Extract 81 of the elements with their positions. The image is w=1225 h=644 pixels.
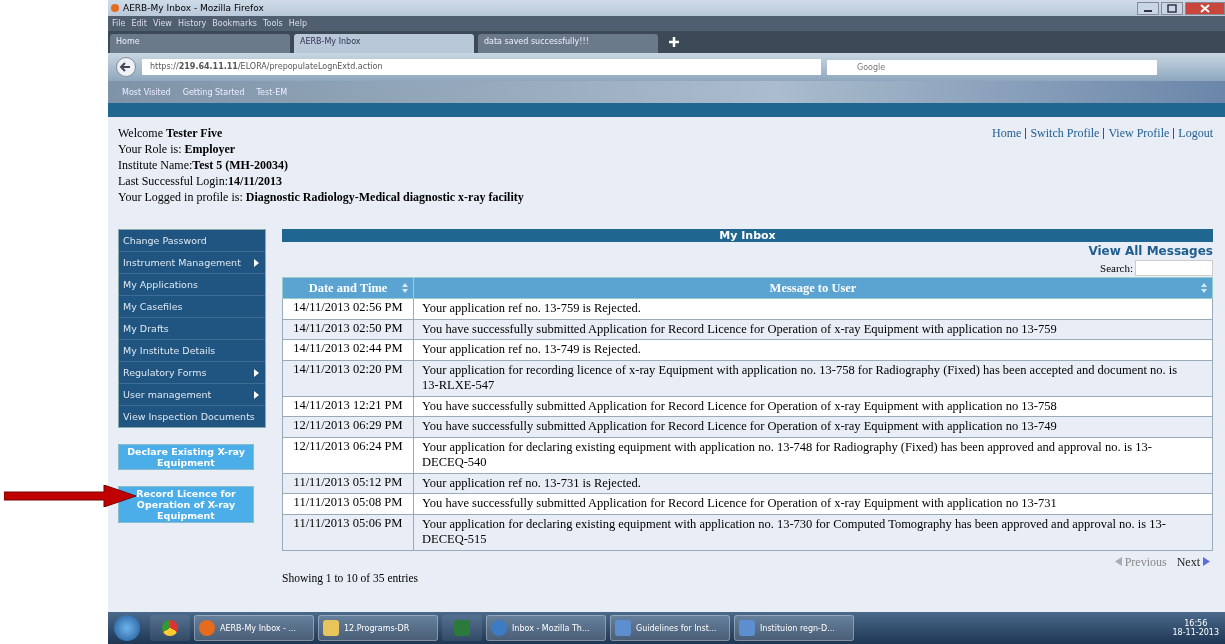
table-cell: Your application ref no. 13-759 is Rejected.: [413, 298, 1213, 319]
maximize-button[interactable]: [1161, 1, 1183, 15]
table-cell: 11/11/2013 05:08 PM: [282, 493, 414, 514]
taskbar-button[interactable]: Inbox - Mozilla Th...: [486, 615, 606, 641]
clock-date: 18-11-2013: [1172, 628, 1219, 637]
address-bar[interactable]: https://219.64.11.11/ELORA/prepopulateLognExtd.action: [142, 59, 821, 75]
browser-tab[interactable]: Home: [110, 34, 290, 53]
taskbar-button[interactable]: Guidelines for Inst...: [610, 615, 730, 641]
new-tab-button[interactable]: [668, 36, 680, 48]
table-cell: Your application ref no. 13-749 is Rejected.: [413, 339, 1213, 360]
header-link[interactable]: View Profile: [1103, 128, 1170, 139]
search-field[interactable]: [1135, 260, 1213, 276]
menu-item[interactable]: History: [177, 19, 207, 28]
user-info-line: Your Logged in profile is: Diagnostic Radiology-Medical diagnostic x-ray facility: [118, 189, 524, 205]
table-cell: 12/11/2013 06:29 PM: [282, 416, 414, 437]
next-arrow-icon: [1203, 556, 1210, 566]
table-cell: 14/11/2013 02:20 PM: [282, 360, 414, 396]
menu-item[interactable]: Bookmarks: [212, 19, 258, 28]
table-cell: You have successfully submitted Application for Record Licence for Operation of x-ray Equipment with application no 13-731: [413, 493, 1213, 514]
pointer-arrow-icon: [4, 485, 136, 507]
sidebar-item[interactable]: My Applications: [119, 274, 265, 296]
sidebar-item[interactable]: My Casefiles: [119, 296, 265, 318]
header-link[interactable]: Switch Profile: [1025, 128, 1100, 139]
search-label: Search:: [1100, 262, 1133, 274]
table-cell: 14/11/2013 02:50 PM: [282, 319, 414, 340]
back-button[interactable]: [116, 57, 136, 77]
menu-item[interactable]: View: [152, 19, 172, 28]
table-cell: 14/11/2013 02:44 PM: [282, 339, 414, 360]
table-cell: Your application for declaring existing equipment with application no. 13-748 for Radiography (Fixed) has been approved and approval no. is 13-DECEQ-540: [413, 437, 1213, 473]
view-all-link[interactable]: View All Messages: [1088, 244, 1213, 258]
taskbar-app-icon[interactable]: [150, 615, 190, 641]
browser-tab[interactable]: data saved successfully!!!: [478, 34, 658, 53]
table-cell: You have successfully submitted Application for Record Licence for Operation of x-ray Equipment with application no 13-759: [413, 319, 1213, 340]
menu-item[interactable]: Tools: [263, 19, 283, 28]
table-cell: Your application ref no. 13-731 is Rejected.: [413, 473, 1213, 494]
table-cell: You have successfully submitted Application for Record Licence for Operation of x-ray Equipment with application no 13-758: [413, 396, 1213, 417]
start-button[interactable]: [114, 615, 140, 641]
entries-count: Showing 1 to 10 of 35 entries: [282, 571, 420, 584]
next-link[interactable]: Next: [1176, 554, 1213, 570]
bookmark-link[interactable]: Getting Started: [182, 87, 245, 97]
taskbar-button[interactable]: Instituion regn-D...: [734, 615, 854, 641]
column-header[interactable]: Message to User: [413, 277, 1213, 299]
minimize-button[interactable]: [1137, 1, 1159, 15]
taskbar-button[interactable]: 12.Programs-DR: [318, 615, 438, 641]
window-title: AERB-My Inbox - Mozilla Firefox: [123, 3, 265, 13]
table-cell: 14/11/2013 02:56 PM: [282, 298, 414, 319]
user-info-line: Last Successful Login:14/11/2013: [118, 173, 283, 189]
menu-item[interactable]: Help: [288, 19, 307, 28]
taskbar-button[interactable]: AERB-My Inbox - ...: [194, 615, 314, 641]
sidebar-item[interactable]: Change Password: [119, 230, 265, 252]
sidebar-item[interactable]: My Institute Details: [119, 340, 265, 362]
sidebar-item[interactable]: User management: [119, 384, 265, 406]
inbox-title-bar: My Inbox: [282, 229, 1213, 242]
clock-time: 16:56: [1184, 619, 1208, 628]
browser-tab[interactable]: AERB-My Inbox: [294, 34, 474, 53]
table-cell: You have successfully submitted Application for Record Licence for Operation of x-ray Equipment with application no 13-749: [413, 416, 1213, 437]
search-field[interactable]: Google: [827, 59, 1157, 75]
table-cell: Your application for recording licence of x-ray Equipment with application no. 13-758 for Radiography (Fixed) has been accepted and document no. is 13-RLXE-547: [413, 360, 1213, 396]
table-cell: 11/11/2013 05:06 PM: [282, 514, 414, 550]
sidebar-item[interactable]: Regulatory Forms: [119, 362, 265, 384]
table-cell: 12/11/2013 06:24 PM: [282, 437, 414, 473]
table-cell: 11/11/2013 05:12 PM: [282, 473, 414, 494]
header-link[interactable]: Logout: [1173, 128, 1213, 139]
previous-arrow-icon: [1114, 556, 1122, 566]
table-cell: Your application for declaring existing equipment with application no. 13-730 for Computed Tomography has been approved and approval no. is 13-DECEQ-515: [413, 514, 1213, 550]
header-link[interactable]: Home: [992, 126, 1022, 140]
sidebar-item[interactable]: My Drafts: [119, 318, 265, 340]
close-button[interactable]: [1185, 1, 1225, 15]
bookmark-link[interactable]: Most Visited: [122, 87, 171, 97]
menu-item[interactable]: File: [112, 19, 126, 28]
sidebar-item[interactable]: View Inspection Documents: [119, 406, 265, 427]
firefox-icon: [111, 4, 119, 12]
table-cell: 14/11/2013 12:21 PM: [282, 396, 414, 417]
sort-icon: [1201, 283, 1207, 293]
sidebar-item[interactable]: Instrument Management: [119, 252, 265, 274]
user-info-line: Welcome Tester Five: [118, 125, 224, 141]
column-header[interactable]: Date and Time: [282, 277, 414, 299]
menu-item[interactable]: Edit: [131, 19, 147, 28]
user-info-line: Institute Name:Test 5 (MH-20034): [118, 157, 289, 173]
sort-icon: [402, 283, 408, 293]
user-info-line: Your Role is: Employer: [118, 141, 237, 157]
